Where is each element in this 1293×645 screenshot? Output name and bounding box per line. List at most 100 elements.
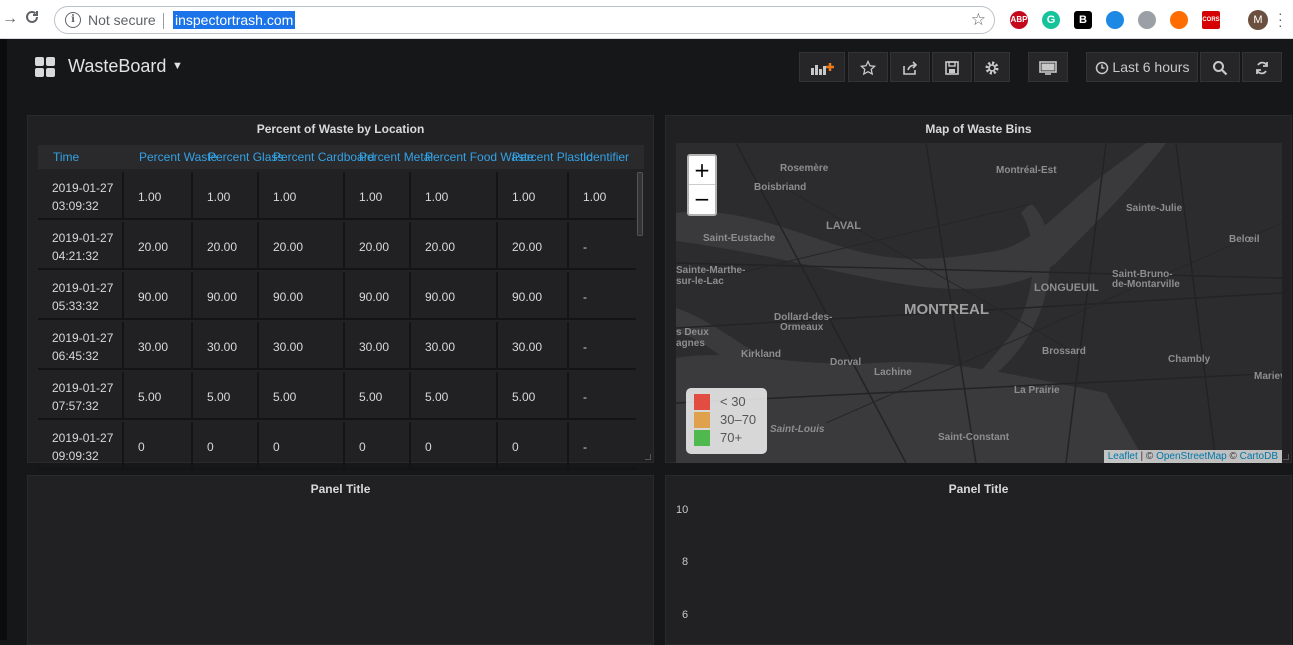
leaflet-link[interactable]: Leaflet	[1108, 451, 1138, 462]
panel-title[interactable]: Panel Title	[28, 482, 653, 496]
column-header-time[interactable]: Time	[53, 150, 79, 164]
dashboard-title[interactable]: WasteBoard	[68, 56, 166, 77]
table-cell: 5.00	[124, 372, 193, 420]
map-attribution: Leaflet | © OpenStreetMap © CartoDB	[1103, 450, 1282, 463]
bottom-right-panel: Panel Title 10 8 6	[665, 475, 1292, 645]
cartodb-link[interactable]: CartoDB	[1240, 451, 1278, 462]
table-cell: 90.00	[345, 272, 411, 320]
table-row: 2019-01-27 05:33:32 90.00 90.00 90.00 90.00 90…	[38, 272, 636, 320]
block-extension-icon[interactable]: B	[1074, 11, 1092, 29]
cell-value: 20.00	[359, 240, 390, 254]
refresh-icon	[1256, 62, 1268, 75]
resize-handle[interactable]	[645, 454, 651, 460]
star-dashboard-button[interactable]	[848, 52, 888, 82]
map-label: Rosemère	[780, 163, 829, 174]
cell-value: 5.00	[273, 390, 297, 404]
cell-time: 07:57:32	[52, 399, 99, 413]
orange-extension-icon[interactable]	[1170, 11, 1188, 29]
table-cell: 1.00	[498, 172, 569, 220]
table-cell: 1.00	[569, 172, 636, 220]
table-cell: 0	[498, 422, 569, 470]
table-row: 2019-01-27 06:45:32 30.00 30.00 30.00 30.00 30…	[38, 322, 636, 370]
attribution-separator: | ©	[1137, 451, 1157, 462]
column-header-identifier[interactable]: Identifier	[583, 150, 629, 164]
panel-title[interactable]: Percent of Waste by Location	[28, 122, 653, 136]
blue-extension-icon[interactable]	[1106, 11, 1124, 29]
cell-value: 1.00	[359, 190, 383, 204]
column-header-percent-metal[interactable]: Percent Metal	[359, 150, 433, 164]
cell-value: 90.00	[273, 290, 304, 304]
cell-value: 1.00	[425, 190, 449, 204]
map-label: Kirkland	[741, 349, 782, 360]
cell-value: 30.00	[207, 340, 238, 354]
cors-extension-icon[interactable]: CORS	[1202, 11, 1220, 29]
legend-swatch	[694, 412, 710, 428]
column-header-percent-plastic[interactable]: Percent Plastic	[512, 150, 592, 164]
resize-handle[interactable]	[1283, 454, 1289, 460]
table-cell: 30.00	[345, 322, 411, 370]
cell-value: 30.00	[512, 340, 543, 354]
refresh-button[interactable]	[1242, 52, 1282, 82]
settings-button[interactable]	[974, 52, 1010, 82]
cell-value: 0	[273, 440, 280, 454]
monitor-icon	[1039, 61, 1057, 76]
search-icon	[1213, 61, 1228, 76]
cell-value: 20.00	[138, 240, 169, 254]
cell-value: 0	[359, 440, 366, 454]
info-icon[interactable]: i	[65, 12, 81, 28]
cell-value: 1.00	[138, 190, 162, 204]
url-text[interactable]: inspectortrash.com	[173, 11, 296, 29]
save-dashboard-button[interactable]	[932, 52, 972, 82]
star-icon	[859, 60, 877, 76]
eye-extension-icon[interactable]	[1138, 11, 1156, 29]
cell-value: 20.00	[207, 240, 238, 254]
reload-icon[interactable]	[22, 9, 42, 29]
address-bar[interactable]: i Not secure inspectortrash.com ☆	[54, 6, 995, 34]
table-cell: 0	[193, 422, 259, 470]
cell-value: 5.00	[512, 390, 536, 404]
map-label: Mariev	[1254, 371, 1282, 382]
column-header-percent-waste[interactable]: Percent Waste	[139, 150, 217, 164]
zoom-out-time-button[interactable]	[1200, 52, 1240, 82]
cell-value: 5.00	[138, 390, 162, 404]
bookmark-star-icon[interactable]: ☆	[971, 10, 986, 30]
cell-value: 1.00	[583, 190, 607, 204]
panel-title[interactable]: Panel Title	[666, 482, 1291, 496]
table-cell: 90.00	[411, 272, 498, 320]
cell-value: 0	[425, 440, 432, 454]
panel-title[interactable]: Map of Waste Bins	[666, 122, 1291, 136]
table-cell: 20.00	[193, 222, 259, 270]
table-cell: 90.00	[193, 272, 259, 320]
table-cell: 30.00	[498, 322, 569, 370]
table-scrollbar[interactable]	[637, 172, 643, 236]
cell-value: 0	[138, 440, 145, 454]
map-label: agnes	[676, 338, 705, 349]
table-cell-time: 2019-01-27 03:09:32	[38, 172, 124, 220]
table-cell: 20.00	[124, 222, 193, 270]
profile-avatar[interactable]: M	[1248, 10, 1268, 30]
legend-label: 30–70	[720, 412, 757, 427]
worldmap[interactable]: Rosemère Boisbriand Montréal-Est Sainte-…	[676, 143, 1282, 463]
osm-link[interactable]: OpenStreetMap	[1156, 451, 1227, 462]
time-picker-button[interactable]: Last 6 hours	[1086, 52, 1198, 82]
caret-down-icon[interactable]: ▼	[172, 60, 183, 72]
forward-icon[interactable]: →	[0, 9, 20, 29]
add-panel-button[interactable]	[799, 52, 845, 82]
zoom-out-button[interactable]: −	[689, 185, 715, 214]
adblock-extension-icon[interactable]: ABP	[1010, 11, 1028, 29]
share-dashboard-button[interactable]	[890, 52, 930, 82]
cell-date: 2019-01-27	[52, 431, 114, 445]
save-icon	[945, 61, 959, 76]
cell-value: 20.00	[425, 240, 456, 254]
grammarly-extension-icon[interactable]: G	[1042, 11, 1060, 29]
dashboards-grid-icon[interactable]	[35, 57, 55, 77]
map-panel: Map of Waste Bins Rosemère Boisbriand Mo…	[665, 115, 1292, 463]
cell-time: 04:21:32	[52, 249, 99, 263]
table-cell-time: 2019-01-27 09:09:32	[38, 422, 124, 470]
zoom-in-button[interactable]: +	[689, 156, 715, 185]
sidemenu-edge	[0, 39, 7, 640]
cell-value: 90.00	[512, 290, 543, 304]
map-label: Brossard	[1042, 346, 1086, 357]
browser-menu-icon[interactable]: · · ·	[1278, 6, 1283, 32]
view-mode-button[interactable]	[1028, 52, 1068, 82]
